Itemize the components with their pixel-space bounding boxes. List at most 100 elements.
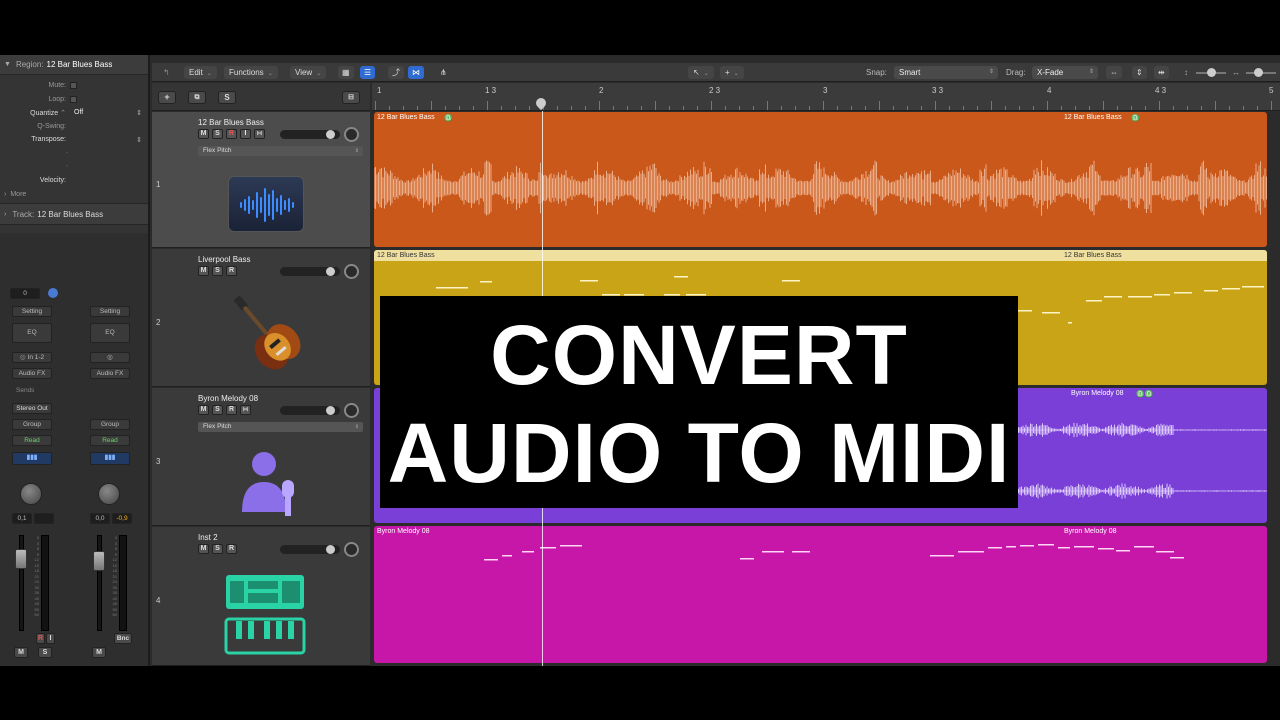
back-arrow-icon[interactable]: ↰	[158, 66, 175, 79]
quantize-row[interactable]: Quantize ⌃ Off ⇕	[0, 106, 148, 120]
record-button[interactable]: R	[36, 633, 45, 644]
vertical-zoom-handle[interactable]	[1207, 68, 1216, 77]
solo-button[interactable]: S	[212, 544, 223, 554]
more-disclosure[interactable]: › More	[0, 187, 148, 201]
volume-fader-track[interactable]	[97, 535, 102, 631]
disclosure-triangle-icon[interactable]: ▼	[4, 61, 11, 68]
loop-checkbox[interactable]	[70, 95, 77, 103]
volume-handle[interactable]	[326, 267, 335, 276]
automation-curve-icon[interactable]: ⤴	[388, 66, 404, 79]
eq-button[interactable]: EQ	[12, 323, 52, 343]
flex-icon[interactable]: ⋈	[254, 129, 265, 139]
record-enable-button[interactable]: R	[226, 405, 237, 415]
list-view-icon[interactable]: ☰	[360, 66, 376, 79]
midi-region-byron-melody-08[interactable]: Byron Melody 08 Byron Melody 08	[374, 526, 1267, 663]
group-slot[interactable]: Group	[12, 419, 52, 430]
bar-ruler[interactable]: 1 1 3 2 2 3 3 3 3 4 4 3 5	[372, 83, 1280, 111]
catch-icon[interactable]: ⋔	[436, 66, 451, 79]
pan-knob[interactable]	[344, 264, 359, 279]
track-name[interactable]: Byron Melody 08	[198, 394, 258, 403]
pan-knob[interactable]	[20, 483, 42, 505]
audio-fx-slot[interactable]: Audio FX	[12, 368, 52, 379]
automation-mode[interactable]: Read	[90, 435, 130, 446]
volume-handle[interactable]	[326, 406, 335, 415]
disclosure-triangle-icon[interactable]: ›	[4, 211, 6, 218]
input-monitor-button[interactable]: I	[46, 633, 55, 644]
pencil-tool-menu[interactable]: + ⌄	[720, 66, 744, 79]
solo-button[interactable]: S	[38, 647, 52, 658]
flex-mode-select[interactable]: Flex Pitch ⇕	[198, 422, 363, 432]
solo-button[interactable]: S	[212, 405, 223, 415]
track-name[interactable]: Liverpool Bass	[198, 255, 250, 264]
edit-menu[interactable]: Edit ⌄	[184, 66, 217, 79]
mute-button[interactable]: M	[198, 129, 209, 139]
setting-button[interactable]: Setting	[90, 306, 130, 317]
track-name[interactable]: Inst 2	[198, 533, 218, 542]
input-slot[interactable]: ◎ In 1-2	[12, 352, 52, 363]
pointer-tool-menu[interactable]: ↖ ⌄	[688, 66, 714, 79]
functions-menu[interactable]: Functions ⌄	[224, 66, 278, 79]
input-monitor-button[interactable]: I	[240, 129, 251, 139]
mute-button[interactable]: M	[92, 647, 106, 658]
track-name[interactable]: 12 Bar Blues Bass	[198, 118, 264, 127]
track-header-2[interactable]: 2 Liverpool Bass M S R	[152, 249, 370, 387]
track-header-3[interactable]: 3 Byron Melody 08 M S R ⋈ Flex Pitch ⇕	[152, 388, 370, 526]
flex-mode-select[interactable]: Flex Pitch ⇕	[198, 146, 363, 156]
record-enable-button[interactable]: R	[226, 544, 237, 554]
mute-button[interactable]: M	[14, 647, 28, 658]
solo-button[interactable]: S	[212, 266, 223, 276]
drag-select[interactable]: X-Fade ⇕	[1032, 66, 1098, 79]
pan-knob[interactable]	[344, 403, 359, 418]
mute-button[interactable]: M	[198, 405, 209, 415]
flex-icon[interactable]: ⋈	[240, 405, 251, 415]
volume-fader-handle[interactable]	[15, 549, 27, 569]
volume-slider[interactable]	[280, 267, 340, 276]
track-header-4[interactable]: 4 Inst 2 M S R	[152, 527, 370, 666]
group-slot[interactable]: Group	[90, 419, 130, 430]
record-enable-button[interactable]: R	[226, 266, 237, 276]
volume-slider[interactable]	[280, 130, 340, 139]
volume-handle[interactable]	[326, 545, 335, 554]
duplicate-track-icon[interactable]: ⧉	[188, 91, 206, 104]
automation-mode[interactable]: Read	[12, 435, 52, 446]
transpose-row[interactable]: Transpose: ⇕	[0, 133, 148, 147]
stepper-icon[interactable]: ⇕	[136, 136, 142, 144]
waveform-zoom-icon[interactable]: ⇔	[1106, 66, 1122, 79]
global-solo-button[interactable]: S	[218, 91, 236, 104]
eq-button[interactable]: EQ	[90, 323, 130, 343]
track-inspector-header[interactable]: › Track: 12 Bar Blues Bass	[0, 203, 148, 225]
vertical-fit-icon[interactable]: ⇕	[1132, 66, 1147, 79]
audio-fx-slot[interactable]: Audio FX	[90, 368, 130, 379]
horizontal-zoom-handle[interactable]	[1254, 68, 1263, 77]
volume-slider[interactable]	[280, 545, 340, 554]
volume-fader-handle[interactable]	[93, 551, 105, 571]
grid-view-icon[interactable]: ▦	[338, 66, 354, 79]
folder-icon[interactable]: ⊟	[342, 91, 360, 104]
horizontal-fit-icon[interactable]: ⇹	[1154, 66, 1169, 79]
bounce-button[interactable]: Bnc	[114, 633, 132, 644]
audio-region-12-bar-blues-bass[interactable]: 12 Bar Blues Bass ♎ 12 Bar Blues Bass ♎	[374, 112, 1267, 247]
mute-button[interactable]: M	[198, 544, 209, 554]
quantize-value[interactable]: Off	[74, 109, 83, 116]
stereo-link-icon[interactable]: ◎	[90, 352, 130, 363]
region-inspector-header[interactable]: ▼ Region: 12 Bar Blues Bass	[0, 55, 148, 75]
stepper-icon[interactable]: ⇕	[136, 109, 142, 117]
view-menu[interactable]: View ⌄	[290, 66, 327, 79]
output-slot[interactable]: Stereo Out	[12, 403, 52, 414]
value-field[interactable]: 0	[10, 288, 40, 299]
volume-handle[interactable]	[326, 130, 335, 139]
mute-button[interactable]: M	[198, 266, 209, 276]
pan-knob[interactable]	[98, 483, 120, 505]
snap-select[interactable]: Smart ⇕	[894, 66, 998, 79]
mute-checkbox[interactable]	[70, 82, 77, 90]
add-track-button[interactable]: +	[158, 91, 176, 104]
pan-knob[interactable]	[344, 127, 359, 142]
setting-button[interactable]: Setting	[12, 306, 52, 317]
flex-mode-icon[interactable]: ⋈	[408, 66, 424, 79]
pan-knob[interactable]	[344, 542, 359, 557]
link-icon[interactable]	[48, 288, 58, 298]
track-header-1[interactable]: 1 12 Bar Blues Bass M S R I ⋈ Flex Pitch…	[152, 112, 370, 248]
record-enable-button[interactable]: R	[226, 129, 237, 139]
volume-slider[interactable]	[280, 406, 340, 415]
solo-button[interactable]: S	[212, 129, 223, 139]
